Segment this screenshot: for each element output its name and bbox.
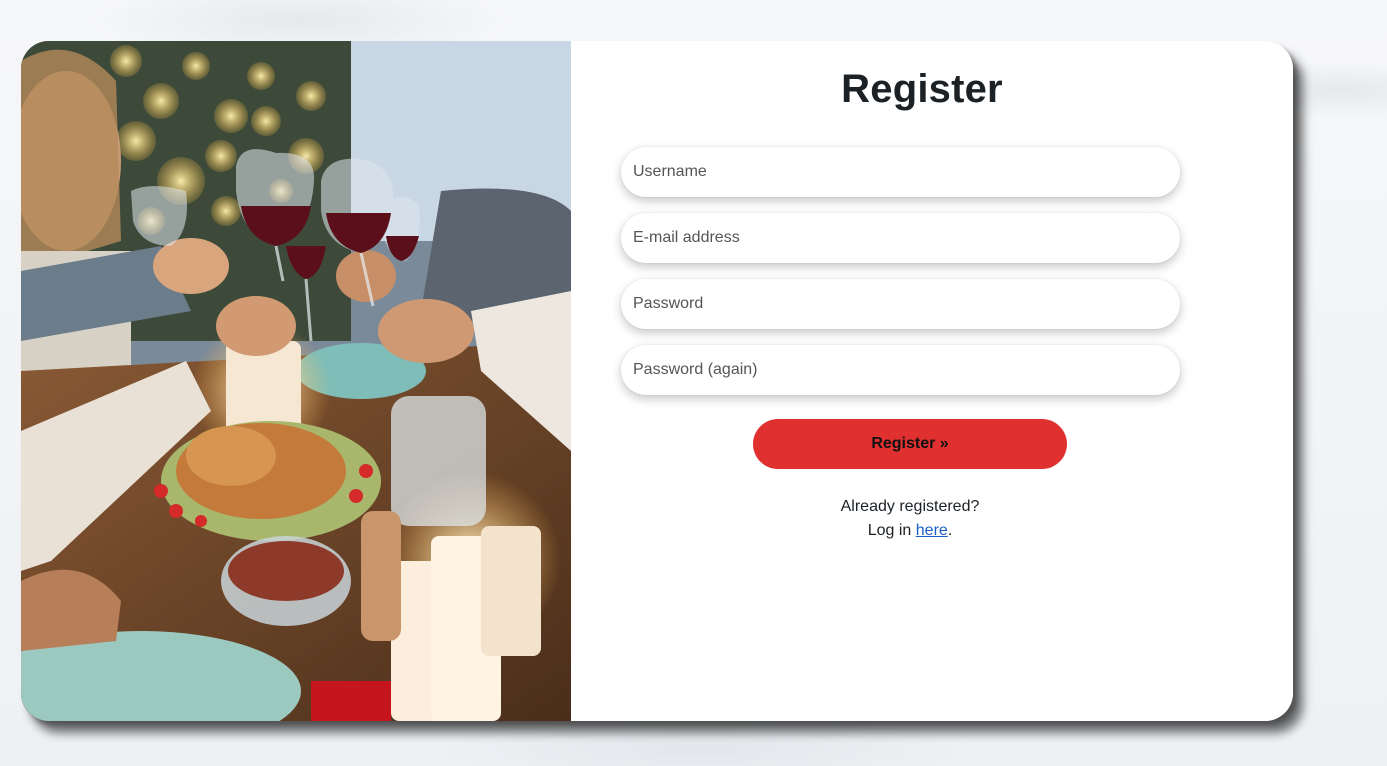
- register-button[interactable]: Register »: [753, 419, 1067, 469]
- email-input[interactable]: [621, 213, 1180, 263]
- login-prefix: Log in: [867, 522, 916, 539]
- login-prompt: Already registered? Log in here.: [571, 495, 1249, 543]
- dinner-photo-illustration: [21, 41, 571, 721]
- password-again-input[interactable]: [621, 345, 1180, 395]
- username-input[interactable]: [621, 147, 1180, 197]
- register-card: Register Register » Already registered? …: [21, 41, 1293, 721]
- password-input[interactable]: [621, 279, 1180, 329]
- register-panel: Register Register » Already registered? …: [571, 41, 1293, 721]
- already-registered-text: Already registered?: [840, 498, 980, 515]
- login-line: Log in here.: [571, 519, 1249, 543]
- login-suffix: .: [947, 522, 953, 539]
- holiday-dinner-photo: [21, 41, 571, 721]
- login-here-link[interactable]: here: [916, 522, 948, 539]
- page-title: Register: [841, 67, 1003, 111]
